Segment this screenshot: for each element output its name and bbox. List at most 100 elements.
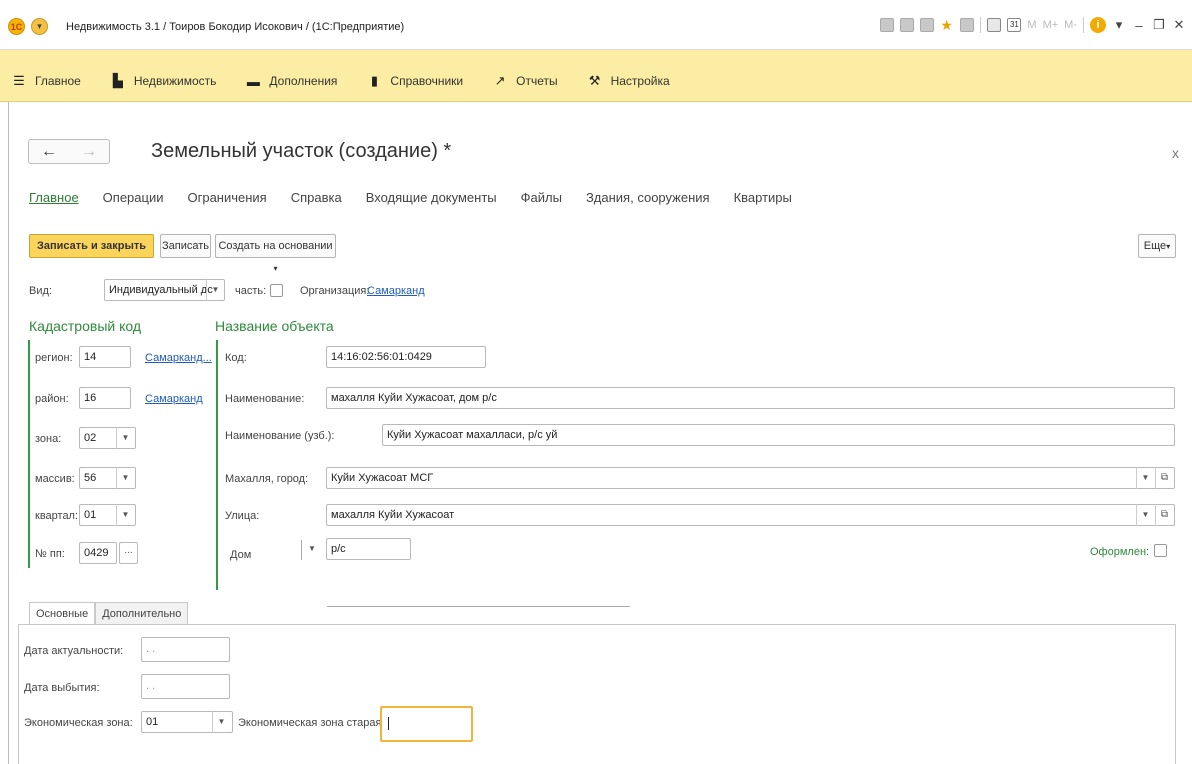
maximize-button[interactable]: ❐ (1152, 17, 1166, 33)
tab-files[interactable]: Файлы (521, 190, 562, 205)
district-link[interactable]: Самарканд (145, 393, 203, 405)
wrench-icon: ⚒ (588, 73, 601, 88)
chevron-down-icon[interactable]: ▼ (116, 467, 134, 489)
favorites-star-icon[interactable]: ★ (940, 18, 954, 32)
print-icon[interactable] (900, 18, 915, 32)
save-button[interactable]: Записать (160, 234, 211, 258)
link-icon[interactable] (960, 18, 975, 32)
tab-apartments[interactable]: Квартиры (734, 190, 792, 205)
chevron-down-icon[interactable]: ▼ (116, 504, 134, 526)
open-item-icon[interactable]: ⧉ (1155, 467, 1173, 489)
section-label: Недвижимость (133, 74, 217, 88)
section-label: Справочники (390, 74, 464, 88)
chevron-down-icon[interactable]: ▼ (1136, 467, 1154, 489)
app-logo-icon: 1С (8, 18, 25, 35)
back-arrow-icon[interactable]: ← (29, 140, 69, 163)
region-input[interactable]: 14 (79, 346, 131, 368)
separator-line (327, 606, 630, 607)
econ-zone-old-label: Экономическая зона старая: (238, 717, 385, 729)
memory-add-button[interactable]: M+ (1043, 19, 1059, 31)
bottom-tabs: Основные Дополнительно (29, 602, 189, 624)
window-title: Недвижимость 3.1 / Тоиров Бокодир Исоков… (66, 20, 405, 33)
street-label: Улица: (225, 510, 260, 522)
registered-checkbox[interactable] (1154, 544, 1167, 557)
number-input[interactable]: 0429 (79, 542, 117, 564)
name-uz-label: Наименование (узб.): (225, 430, 335, 442)
house-label: Дом (230, 549, 252, 561)
memory-store-button[interactable]: M (1027, 19, 1036, 31)
minimize-button[interactable]: – (1132, 18, 1146, 33)
registered-label: Оформлен: (1090, 546, 1150, 558)
preview-icon[interactable] (920, 18, 935, 32)
tab-operations[interactable]: Операции (103, 190, 164, 205)
chevron-down-icon: ▾ (273, 264, 278, 273)
number-select-button[interactable]: ... (119, 542, 138, 564)
tab-buildings[interactable]: Здания, сооружения (586, 190, 710, 205)
district-input[interactable]: 16 (79, 387, 131, 409)
more-button[interactable]: Еще▾ (1138, 234, 1176, 258)
section-main[interactable]: ☰ Главное (12, 73, 81, 89)
tab-main[interactable]: Главное (29, 190, 79, 205)
text-cursor (388, 716, 389, 730)
save-icon[interactable] (880, 18, 895, 32)
section-additions[interactable]: ▬ Дополнения (246, 74, 337, 89)
tab-incoming-documents[interactable]: Входящие документы (366, 190, 497, 205)
info-icon[interactable]: i (1090, 17, 1106, 33)
mahalla-select[interactable]: Куйи Хужасоат МСГ (326, 467, 1175, 489)
calendar-icon[interactable]: 31 (1007, 18, 1022, 32)
cadastral-group-border (28, 340, 30, 568)
main-menu-button[interactable]: ▾ (31, 18, 48, 35)
region-label: регион: (35, 352, 73, 364)
open-item-icon[interactable]: ⧉ (1155, 504, 1173, 526)
more-label: Еще (1143, 240, 1167, 252)
econ-zone-label: Экономическая зона: (24, 717, 133, 729)
tab-restrictions[interactable]: Ограничения (187, 190, 266, 205)
section-realty[interactable]: ▙ Недвижимость (111, 73, 217, 89)
navigation-buttons: ← → (28, 139, 110, 164)
actual-date-input[interactable]: . . (141, 637, 230, 662)
type-label: Вид: (29, 285, 52, 297)
chevron-down-icon[interactable]: ▼ (206, 279, 224, 301)
memory-subtract-button[interactable]: M- (1064, 19, 1077, 31)
chevron-down-icon[interactable]: ▼ (1136, 504, 1154, 526)
name-uz-input[interactable]: Куйи Хужасоат махалласи, р/с уй (382, 424, 1175, 446)
actual-date-label: Дата актуальности: (24, 645, 124, 657)
zone-label: зона: (35, 433, 62, 445)
save-and-close-button[interactable]: Записать и закрыть (29, 234, 154, 258)
calculator-icon[interactable] (987, 18, 1002, 32)
create-based-on-label: Создать на основании (218, 240, 333, 252)
section-catalogs[interactable]: ▮ Справочники (367, 73, 463, 89)
quarter-label: квартал: (35, 510, 79, 522)
number-label: № пп: (35, 548, 65, 560)
building-icon: ▙ (112, 73, 123, 88)
name-input[interactable]: махалля Куйи Хужасоат, дом р/с (326, 387, 1175, 409)
tab-basic[interactable]: Основные (29, 602, 96, 624)
name-label: Наименование: (225, 393, 305, 405)
form-title: Земельный участок (создание) * (151, 140, 452, 162)
chevron-down-icon[interactable]: ▼ (212, 711, 230, 733)
massif-label: массив: (35, 473, 75, 485)
info-dropdown-icon[interactable]: ▾ (1112, 17, 1126, 33)
forward-arrow-icon[interactable]: → (69, 140, 109, 163)
organization-label: Организация: (300, 285, 370, 297)
tab-additional[interactable]: Дополнительно (95, 602, 189, 624)
code-input[interactable]: 14:16:02:56:01:0429 (326, 346, 486, 368)
create-based-on-button[interactable]: Создать на основании ▾ (215, 234, 336, 273)
house-type-dropdown-icon[interactable]: ▼ (303, 538, 321, 560)
house-input[interactable]: р/с (326, 538, 411, 560)
mahalla-label: Махалля, город: (225, 473, 309, 485)
retire-date-input[interactable]: . . (141, 674, 230, 699)
section-settings[interactable]: ⚒ Настройка (588, 73, 670, 89)
organization-link[interactable]: Самарканд (367, 285, 425, 297)
region-link[interactable]: Самарканд... (145, 352, 212, 364)
section-reports[interactable]: ↗ Отчеты (493, 73, 558, 89)
street-select[interactable]: махалля Куйи Хужасоат (326, 504, 1175, 526)
close-form-icon[interactable]: x (1172, 145, 1179, 161)
econ-zone-old-input[interactable] (380, 706, 473, 742)
close-window-button[interactable]: ✕ (1172, 17, 1186, 33)
chevron-down-icon[interactable]: ▼ (116, 427, 134, 449)
tab-reference[interactable]: Справка (291, 190, 342, 205)
book-icon: ▮ (370, 73, 378, 88)
part-checkbox[interactable] (270, 284, 283, 297)
object-group-border (216, 340, 218, 590)
